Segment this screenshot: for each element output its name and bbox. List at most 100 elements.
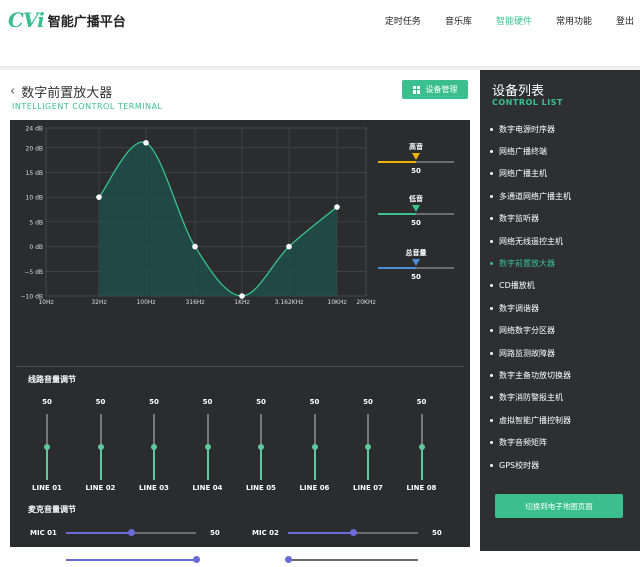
bass-control: 低音 50	[378, 194, 470, 234]
sidebar-item-0[interactable]: 数字电源时序器	[490, 118, 635, 140]
line-channel-4: 50 LINE 04	[188, 398, 228, 498]
sidebar-item-3[interactable]: 多通道网络广播主机	[490, 185, 635, 207]
line-thumb[interactable]	[44, 444, 50, 450]
sidebar-item-5[interactable]: 网络无线遥控主机	[490, 230, 635, 252]
sidebar-item-2[interactable]: 网络广播主机	[490, 163, 635, 185]
nav-item-music-library[interactable]: 音乐库	[445, 14, 472, 27]
line-name: LINE 03	[139, 484, 169, 492]
line-value: 50	[416, 398, 427, 406]
device-manage-button[interactable]: 设备管理	[402, 80, 468, 99]
sidebar-item-10[interactable]: 网路监测故障器	[490, 342, 635, 364]
section-divider	[16, 366, 464, 367]
bullet-icon	[490, 418, 493, 422]
bullet-icon	[490, 262, 493, 266]
mic-thumb[interactable]	[349, 529, 357, 536]
page-subtitle: INTELLIGENT CONTROL TERMINAL	[12, 102, 163, 111]
equalizer-x-axis-labels: 10Hz 32Hz 100Hz 316Hz 1KHz 3.162KHz 10KHz 20KHz	[38, 299, 375, 306]
app-logo[interactable]: CVi 智能广播平台	[8, 8, 126, 32]
sidebar-item-11[interactable]: 数字主备功放切换器	[490, 364, 635, 386]
sidebar-item-label: 数字电源时序器	[499, 124, 555, 134]
line-channel-1: 50 LINE 01	[27, 398, 67, 498]
mic-channel-1: MIC 01 50	[30, 526, 240, 540]
mic-name: MIC 01	[30, 529, 57, 537]
bullet-icon	[490, 127, 493, 131]
sidebar-item-12[interactable]: 数字消防警报主机	[490, 387, 635, 409]
switch-to-map-button[interactable]: 切换到电子地图页面	[495, 494, 623, 518]
control-panel: 24 dB 20 dB 15 dB 10 dB 5 dB 0 dB −5 dB −10 dB …	[10, 120, 470, 564]
grid-icon	[412, 85, 421, 94]
line-channel-7: 50 LINE 07	[348, 398, 388, 498]
line-channel-3: 50 LINE 03	[134, 398, 174, 498]
page-title: ‹ 数字前置放大器	[10, 82, 112, 101]
treble-fill	[378, 161, 416, 163]
sidebar-item-8[interactable]: 数字调谐器	[490, 297, 635, 319]
nav-item-logout[interactable]: 登出	[616, 14, 634, 27]
sidebar-item-4[interactable]: 数字监听器	[490, 208, 635, 230]
mic-channel-4: MIC 04 0	[252, 553, 462, 567]
line-thumb[interactable]	[258, 444, 264, 450]
nav-item-smart-hardware[interactable]: 智能硬件	[496, 14, 532, 27]
x-tick-label: 10KHz	[327, 299, 346, 306]
sidebar-item-label: 网络广播主机	[499, 169, 547, 179]
bullet-icon	[490, 396, 493, 400]
x-tick-label: 20KHz	[356, 299, 375, 306]
sidebar-item-label: GPS校时器	[499, 460, 540, 470]
line-value: 50	[149, 398, 159, 406]
line-fill	[46, 447, 48, 480]
mic-thumb[interactable]	[284, 556, 292, 563]
line-thumb[interactable]	[418, 444, 425, 450]
eq-point-handle	[239, 293, 245, 299]
x-tick-label: 100Hz	[136, 299, 155, 306]
line-thumb[interactable]	[204, 444, 211, 450]
nav-item-common-functions[interactable]: 常用功能	[556, 14, 592, 27]
bullet-icon	[490, 351, 493, 355]
bullet-icon	[490, 217, 493, 221]
sidebar-item-6[interactable]: 数字前置放大器	[490, 252, 635, 274]
mic-thumb[interactable]	[127, 529, 135, 536]
sidebar-item-label: 数字调谐器	[499, 303, 539, 313]
sidebar-item-label: 网络数字分区器	[499, 326, 555, 336]
mic-fill	[66, 559, 196, 561]
chevron-left-icon[interactable]: ‹	[10, 84, 15, 99]
line-thumb[interactable]	[151, 444, 157, 450]
sidebar-item-15[interactable]: GPS校时器	[490, 454, 635, 476]
line-name: LINE 02	[85, 484, 116, 492]
bullet-icon	[490, 172, 493, 176]
equalizer-graph[interactable]: 24 dB20 dB15 dB10 dB5 dB0 dB−5 dB−10 dB …	[10, 120, 380, 366]
master-volume-thumb[interactable]	[412, 259, 420, 266]
x-tick-label: 316Hz	[185, 299, 204, 306]
x-tick-label: 1KHz	[234, 299, 249, 306]
eq-point-handle	[143, 140, 149, 146]
sidebar-item-1[interactable]: 网络广播终端	[490, 140, 635, 162]
treble-control: 高音 50	[378, 142, 470, 182]
line-name: LINE 07	[353, 484, 383, 492]
sidebar-item-9[interactable]: 网络数字分区器	[490, 320, 635, 342]
master-volume-control: 总音量 50	[378, 248, 470, 288]
bullet-icon	[490, 239, 493, 243]
mic-name: MIC 04	[252, 556, 279, 564]
sidebar-item-label: 数字主备功放切换器	[499, 370, 571, 380]
eq-point-handle	[286, 243, 292, 250]
page-title-text: 数字前置放大器	[21, 86, 113, 101]
sidebar-item-7[interactable]: CD播放机	[490, 275, 635, 297]
line-value: 50	[202, 398, 213, 406]
x-tick-label: 32Hz	[91, 299, 106, 306]
line-name: LINE 01	[32, 484, 62, 492]
bass-label: 低音	[409, 195, 423, 203]
mic-fill	[66, 532, 131, 534]
sidebar-item-label: 网络无线遥控主机	[499, 236, 563, 246]
mic-thumb[interactable]	[192, 556, 200, 563]
mic-track[interactable]	[288, 559, 418, 561]
line-thumb[interactable]	[311, 444, 318, 450]
line-thumb[interactable]	[97, 444, 104, 450]
bass-thumb[interactable]	[412, 205, 420, 212]
sidebar-item-14[interactable]: 数字音频矩阵	[490, 431, 635, 453]
main-content: ‹ 数字前置放大器 INTELLIGENT CONTROL TERMINAL 设…	[0, 70, 480, 564]
y-tick-label: 10 dB	[26, 195, 43, 202]
line-thumb[interactable]	[365, 444, 371, 450]
treble-thumb[interactable]	[412, 153, 420, 160]
sidebar-item-13[interactable]: 虚拟智能广播控制器	[490, 409, 635, 431]
bullet-icon	[490, 284, 493, 288]
line-channel-5: 50 LINE 05	[241, 398, 281, 498]
nav-item-scheduled-tasks[interactable]: 定时任务	[385, 14, 421, 27]
